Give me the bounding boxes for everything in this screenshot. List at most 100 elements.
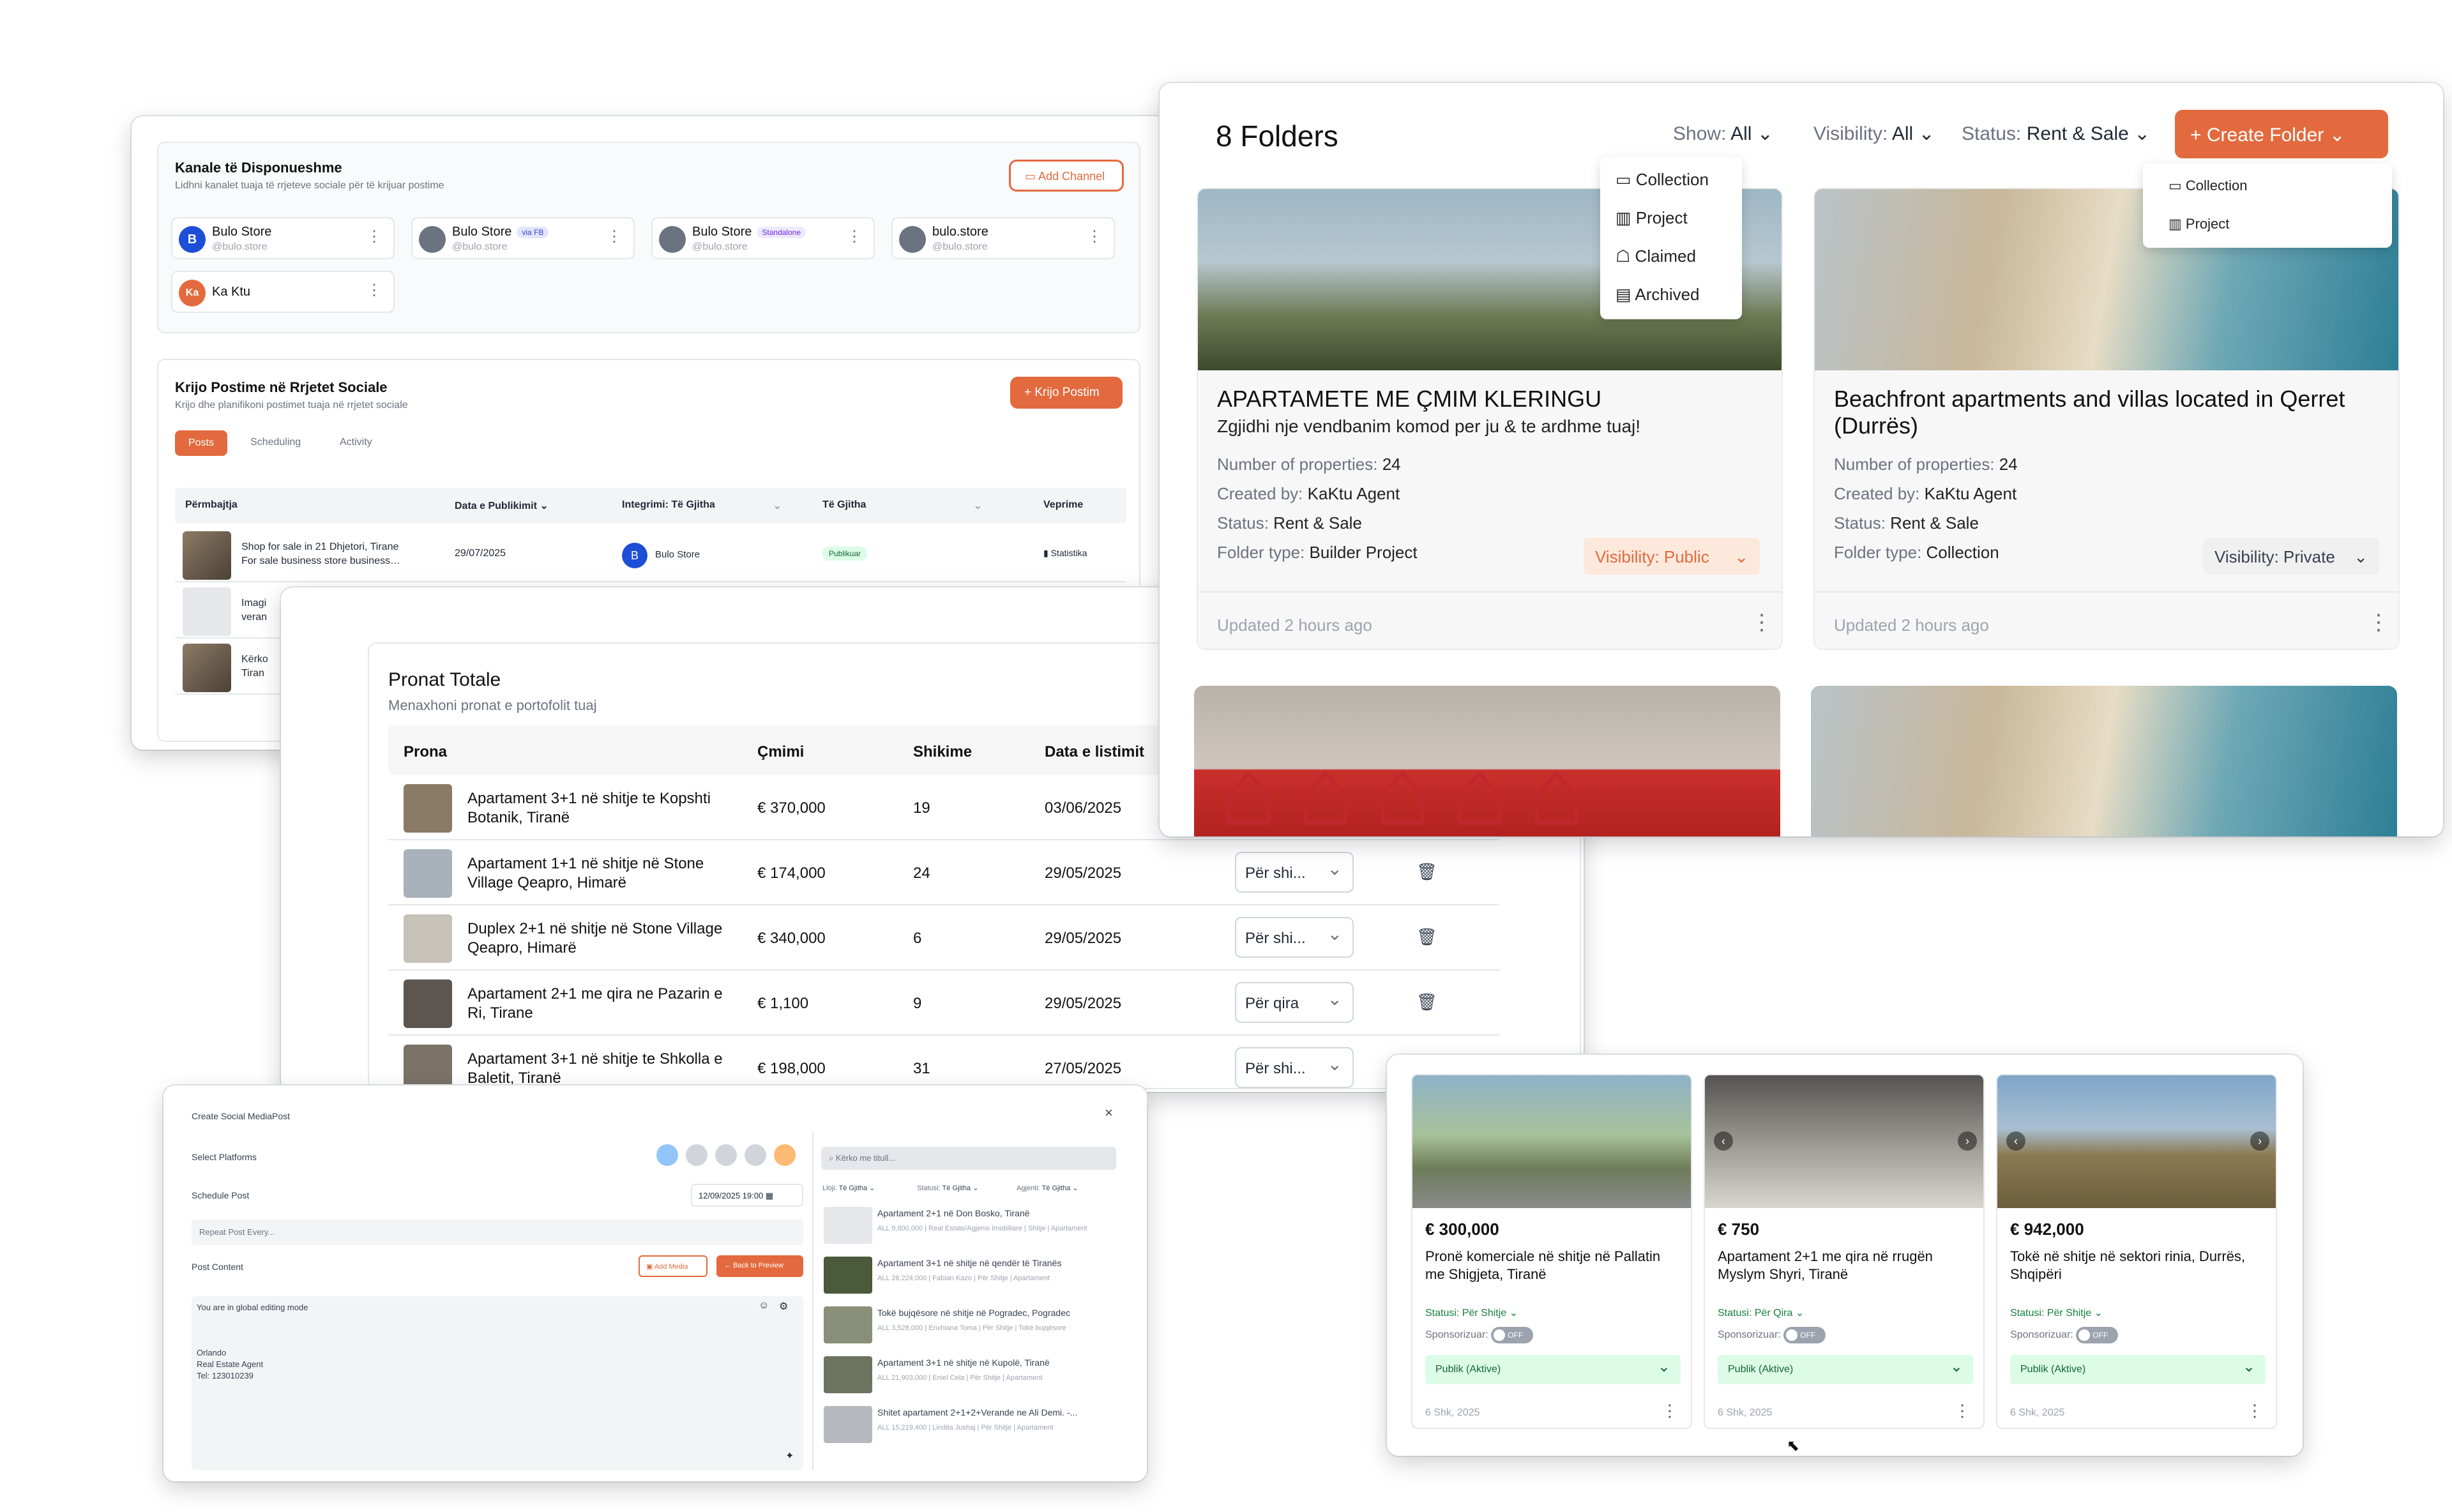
menu-item-claimed[interactable]: ☖ Claimed <box>1616 246 1696 266</box>
visibility-select[interactable]: Visibility: Public ⌄ <box>1584 538 1760 575</box>
publish-select[interactable]: Publik (Aktive) <box>2010 1355 2266 1384</box>
kebab-menu-icon[interactable]: ⋮ <box>1661 1401 1678 1421</box>
create-folder-button[interactable]: + Create Folder ⌄ <box>2175 110 2388 158</box>
channel-handle: @bulo.store <box>692 241 748 252</box>
kebab-menu-icon[interactable]: ⋮ <box>367 227 382 246</box>
channel-card[interactable]: bulo.store @bulo.store ⋮ <box>891 217 1115 259</box>
listing-type-select[interactable]: Për qira <box>1235 982 1354 1023</box>
add-media-button[interactable]: ▣ Add Media <box>639 1255 708 1277</box>
col-status[interactable]: Të Gjitha ⌄ <box>822 499 982 511</box>
trash-icon[interactable]: 🗑 <box>1416 862 1437 882</box>
filter-status[interactable]: Status: Rent & Sale ⌄ <box>1962 123 2150 145</box>
channel-card[interactable]: B Bulo Store @bulo.store ⋮ <box>171 217 395 259</box>
table-row[interactable]: Apartament 2+1 me qira ne Pazarin e Ri, … <box>388 971 1499 1036</box>
building-icon: ▥ <box>2168 216 2186 232</box>
platform-icon[interactable] <box>686 1144 708 1166</box>
platform-icon[interactable] <box>715 1144 737 1166</box>
chevron-down-icon: ⌄ <box>1918 123 1935 144</box>
channel-card[interactable]: Bulo Store via FB @bulo.store ⋮ <box>411 217 635 259</box>
col-date[interactable]: Data e Publikimit ⌄ <box>455 499 549 512</box>
emoji-icon[interactable]: ☺ <box>759 1300 769 1312</box>
back-to-preview-button[interactable]: ← Back to Preview <box>716 1255 803 1277</box>
platform-icon[interactable] <box>656 1144 678 1166</box>
list-item[interactable]: Shitet apartament 2+1+2+Verande ne Ali D… <box>824 1406 1117 1449</box>
trash-icon[interactable]: 🗑 <box>1416 927 1437 947</box>
sponsored-toggle[interactable]: OFF <box>1491 1327 1534 1343</box>
repeat-select[interactable]: Repeat Post Every... <box>192 1220 803 1245</box>
create-post-button[interactable]: + Krijo Postim <box>1010 377 1123 409</box>
table-row[interactable]: Shop for sale in 21 Dhjetori, Tirane For… <box>175 527 1126 582</box>
table-row[interactable]: Duplex 2+1 në shitje në Stone Village Qe… <box>388 905 1499 971</box>
close-icon[interactable]: × <box>1105 1105 1113 1121</box>
platform-icon[interactable] <box>745 1144 766 1166</box>
result-title: Tokë bujqësore në shitje në Pogradec, Po… <box>877 1308 1070 1318</box>
sponsored-toggle[interactable]: OFF <box>1783 1327 1826 1343</box>
chevron-left-icon[interactable]: ‹ <box>1714 1131 1733 1151</box>
list-item[interactable]: Apartament 3+1 në shitje në qendër të Ti… <box>824 1257 1117 1300</box>
visibility-select[interactable]: Visibility: Private ⌄ <box>2203 538 2379 575</box>
menu-item-project[interactable]: ▥ Project <box>1616 208 1688 228</box>
tab-scheduling[interactable]: Scheduling <box>250 437 301 448</box>
kebab-menu-icon[interactable]: ⋮ <box>1087 227 1102 246</box>
menu-item-archived[interactable]: ▤ Archived <box>1616 285 1700 305</box>
listing-card[interactable]: ‹ › € 942,000 Tokë në shitje në sektori rin… <box>1996 1074 2277 1429</box>
settings-icon[interactable]: ⚙ <box>779 1300 788 1313</box>
stats-link[interactable]: ▮ Statistika <box>1043 548 1087 559</box>
publish-select[interactable]: Publik (Aktive) <box>1718 1355 1973 1384</box>
col-integration[interactable]: Integrimi: Të Gjitha ⌄ <box>622 499 782 511</box>
filter-agent[interactable]: Agjenti: Të Gjitha ⌄ <box>1017 1184 1078 1192</box>
list-item[interactable]: Apartament 3+1 në shitje në Kupolë, Tira… <box>824 1356 1117 1400</box>
listing-status[interactable]: Statusi: Për Shitje ⌄ <box>1425 1306 1518 1319</box>
add-channel-button[interactable]: ▭ Add Channel <box>1009 160 1124 192</box>
publish-select[interactable]: Publik (Aktive) <box>1425 1355 1681 1384</box>
chevron-left-icon[interactable]: ‹ <box>2006 1131 2025 1151</box>
list-item[interactable]: Apartament 2+1 në Don Bosko, Tiranë ALL 9… <box>824 1207 1117 1250</box>
kebab-menu-icon[interactable]: ⋮ <box>607 227 622 246</box>
listing-card[interactable]: ‹ › € 750 Apartament 2+1 me qira në rrugën … <box>1704 1074 1985 1429</box>
chevron-right-icon[interactable]: › <box>1958 1131 1977 1151</box>
filter-show[interactable]: Show: All ⌄ <box>1673 123 1773 145</box>
result-title: Apartament 3+1 në shitje në Kupolë, Tira… <box>877 1357 1050 1368</box>
kebab-menu-icon[interactable]: ⋮ <box>1954 1401 1971 1421</box>
kebab-menu-icon[interactable]: ⋮ <box>367 281 382 299</box>
channel-card[interactable]: Ka Ka Ktu ⋮ <box>171 271 395 313</box>
kebab-menu-icon[interactable]: ⋮ <box>2368 612 2389 633</box>
listing-type-select[interactable]: Për shi... <box>1235 852 1354 893</box>
tab-posts[interactable]: Posts <box>175 430 227 456</box>
sponsored-toggle[interactable]: OFF <box>2076 1327 2119 1343</box>
kebab-menu-icon[interactable]: ⋮ <box>847 227 862 246</box>
listing-status[interactable]: Statusi: Për Qira ⌄ <box>1718 1306 1804 1319</box>
schedule-input[interactable]: 12/09/2025 19:00 ▦ <box>691 1184 803 1207</box>
chevron-right-icon[interactable]: › <box>2250 1131 2269 1151</box>
filter-type[interactable]: Lloji: Të Gjitha ⌄ <box>822 1184 875 1192</box>
listing-type-select[interactable]: Për shi... <box>1235 1047 1354 1088</box>
menu-item-collection[interactable]: ▭ Collection <box>1616 170 1709 190</box>
result-title: Apartament 3+1 në shitje në qendër të Ti… <box>877 1258 1062 1268</box>
table-row[interactable]: Apartament 1+1 në shitje në Stone Villag… <box>388 840 1499 905</box>
tab-activity[interactable]: Activity <box>340 437 372 448</box>
filter-visibility[interactable]: Visibility: All ⌄ <box>1813 123 1935 145</box>
avatar: B <box>179 226 206 253</box>
menu-item-collection[interactable]: ▭ Collection <box>2168 178 2248 194</box>
folder-card[interactable]: Beachfront apartments and villas located… <box>1813 188 2400 650</box>
trash-icon[interactable]: 🗑 <box>1416 992 1437 1012</box>
property-search[interactable]: ⌕ Kërko me titull... <box>821 1147 1116 1170</box>
chevron-down-icon: ⌄ <box>2354 547 2368 566</box>
editor[interactable]: You are in global editing mode ☺ ⚙ Orlan… <box>192 1296 803 1470</box>
menu-item-project[interactable]: ▥ Project <box>2168 216 2229 232</box>
filter-status[interactable]: Statusi: Të Gjitha ⌄ <box>917 1184 978 1192</box>
list-item[interactable]: Tokë bujqësore në shitje në Pogradec, Po… <box>824 1306 1117 1350</box>
platform-icon[interactable] <box>774 1144 796 1166</box>
folder-card[interactable] <box>1811 686 2397 836</box>
listing-type-select[interactable]: Për shi... <box>1235 917 1354 958</box>
listing-status[interactable]: Statusi: Për Shitje ⌄ <box>2010 1306 2103 1319</box>
folder-card[interactable]: ⌂⌂⌂⌂⌂ <box>1194 686 1780 836</box>
kebab-menu-icon[interactable]: ⋮ <box>1751 612 1773 633</box>
filter-value: Të Gjitha <box>838 1184 868 1192</box>
channel-card[interactable]: Bulo Store Standalone @bulo.store ⋮ <box>651 217 875 259</box>
col-status-label: Të Gjitha <box>822 499 867 510</box>
sparkle-icon[interactable]: ✦ <box>785 1449 794 1462</box>
listing-card[interactable]: € 300,000 Pronë komerciale në shitje në P… <box>1411 1074 1692 1429</box>
kebab-menu-icon[interactable]: ⋮ <box>2246 1401 2263 1421</box>
mouse-cursor: ⬉ <box>1787 1437 1800 1455</box>
